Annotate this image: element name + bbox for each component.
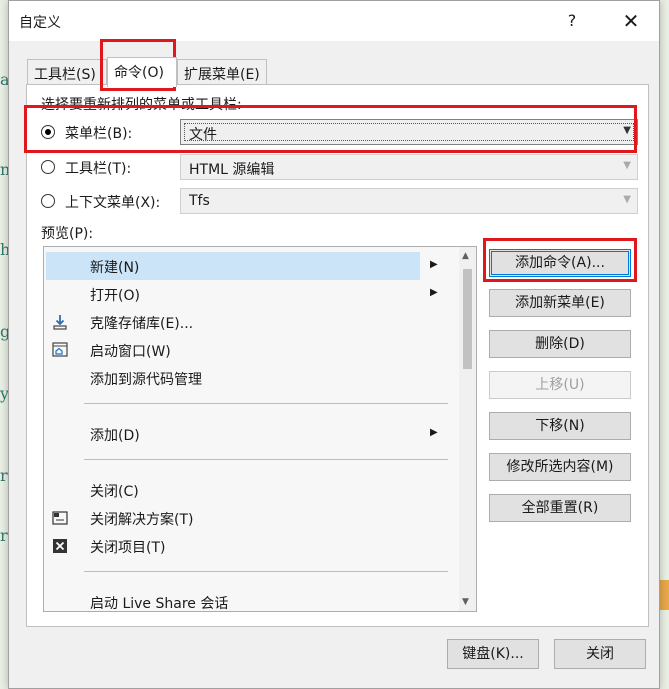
list-item[interactable]: 克隆存储库(E)...	[44, 308, 460, 336]
menubar-label: 菜单栏(B):	[65, 126, 133, 142]
close-solution-icon	[52, 510, 68, 526]
move-down-button[interactable]: 下移(N)	[489, 412, 631, 440]
separator	[84, 459, 448, 460]
delete-button[interactable]: 删除(D)	[489, 330, 631, 358]
chevron-down-icon: ▼	[623, 160, 631, 171]
context-menu-select[interactable]: Tfs ▼	[180, 188, 638, 214]
title-bar: 自定义 ? ✕	[9, 1, 659, 41]
scroll-up-icon[interactable]: ▲	[462, 251, 469, 261]
list-item[interactable]: 打开(O) ▶	[44, 280, 460, 308]
chevron-down-icon: ▼	[623, 125, 631, 136]
dialog-title: 自定义	[19, 15, 61, 31]
tab-extension-menus[interactable]: 扩展菜单(E)	[177, 59, 267, 85]
scroll-thumb[interactable]	[463, 269, 472, 369]
commands-panel: 选择要重新排列的菜单或工具栏: 菜单栏(B): 文件 ▼ 工具栏(T): HTML…	[26, 84, 649, 627]
submenu-arrow-icon: ▶	[430, 287, 438, 298]
download-icon	[52, 314, 68, 330]
menubar-radio[interactable]	[41, 125, 55, 139]
help-button[interactable]: ?	[560, 9, 584, 33]
toolbar-select[interactable]: HTML 源编辑 ▼	[180, 154, 638, 180]
home-window-icon	[52, 342, 68, 358]
toolbar-label: 工具栏(T):	[65, 161, 132, 177]
scroll-down-icon[interactable]: ▼	[462, 597, 469, 607]
separator	[84, 571, 448, 572]
tab-toolbars[interactable]: 工具栏(S)	[27, 59, 107, 85]
instruction-label: 选择要重新排列的菜单或工具栏:	[41, 97, 242, 113]
list-item[interactable]: 添加到源代码管理	[44, 364, 460, 392]
submenu-arrow-icon: ▶	[430, 427, 438, 438]
chevron-down-icon: ▼	[623, 194, 631, 205]
keyboard-button[interactable]: 键盘(K)...	[447, 639, 539, 669]
customize-dialog: 自定义 ? ✕ 工具栏(S) 命令(O) 扩展菜单(E) 选择要重新排列的菜单或…	[8, 0, 660, 689]
context-menu-label: 上下文菜单(X):	[65, 195, 161, 211]
tab-commands[interactable]: 命令(O)	[107, 57, 177, 87]
list-item[interactable]: 关闭项目(T)	[44, 532, 460, 560]
bg-glyph: r	[0, 526, 8, 545]
preview-list[interactable]: 新建(N) ▶ 打开(O) ▶ 克隆存储库(E)... 启动窗口(W) 添加到源…	[43, 246, 477, 612]
add-new-menu-button[interactable]: 添加新菜单(E)	[489, 289, 631, 317]
list-item[interactable]: 启动窗口(W)	[44, 336, 460, 364]
bg-glyph: r	[0, 466, 8, 485]
menubar-select[interactable]: 文件 ▼	[180, 119, 638, 145]
close-button[interactable]: 关闭	[554, 639, 646, 669]
context-menu-radio[interactable]	[41, 194, 55, 208]
toolbar-radio[interactable]	[41, 160, 55, 174]
modify-selection-button[interactable]: 修改所选内容(M)	[489, 453, 631, 481]
close-icon[interactable]: ✕	[619, 9, 643, 33]
close-project-icon	[52, 538, 68, 554]
add-command-button[interactable]: 添加命令(A)...	[489, 249, 631, 277]
list-item[interactable]: 启动 Live Share 会话	[44, 588, 460, 611]
move-up-button[interactable]: 上移(U)	[489, 371, 631, 399]
reset-all-button[interactable]: 全部重置(R)	[489, 494, 631, 522]
list-item[interactable]: 关闭(C)	[44, 476, 460, 504]
list-item[interactable]: 新建(N) ▶	[46, 252, 438, 280]
separator	[84, 403, 448, 404]
list-item[interactable]: 添加(D) ▶	[44, 420, 460, 448]
list-item[interactable]: 关闭解决方案(T)	[44, 504, 460, 532]
preview-label: 预览(P):	[41, 226, 94, 242]
list-scrollbar[interactable]: ▲ ▼	[459, 247, 476, 611]
submenu-arrow-icon: ▶	[430, 259, 438, 270]
